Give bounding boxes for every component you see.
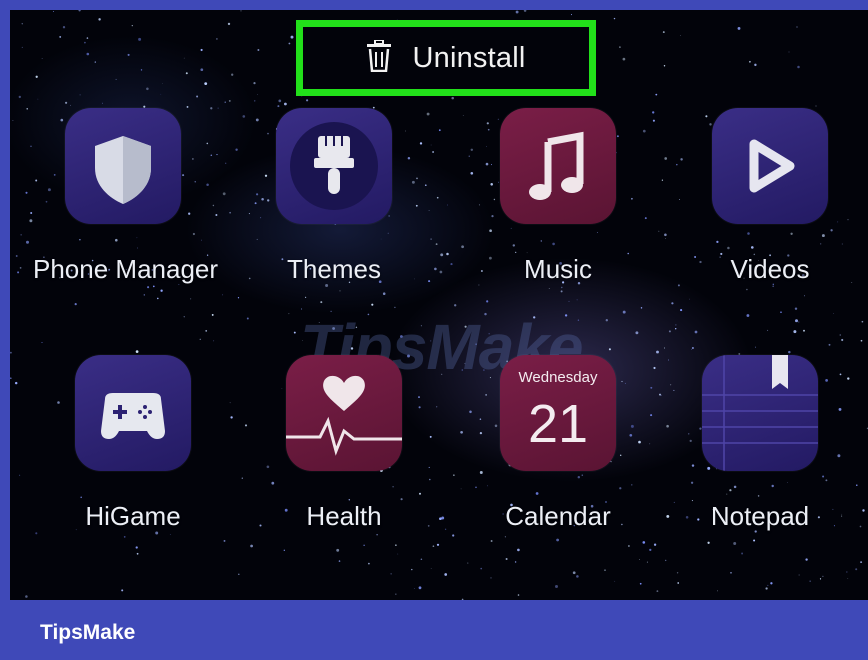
app-label: Calendar — [505, 501, 611, 531]
calendar-day: 21 — [527, 394, 589, 454]
app-themes[interactable]: Themes — [244, 108, 424, 285]
trash-icon — [366, 38, 392, 77]
app-label: Videos — [730, 254, 810, 284]
gamepad-icon — [75, 355, 191, 471]
shield-icon — [65, 108, 181, 224]
home-screen: TipsMake Uninstall Phone Manager Themes … — [10, 10, 868, 600]
brand-logo: TipsMake — [40, 621, 136, 644]
calendar-weekday: Wednesday — [518, 369, 598, 386]
app-label: Themes — [287, 254, 381, 284]
app-label: Phone Manager — [33, 254, 219, 284]
uninstall-label: Uninstall — [412, 41, 526, 74]
app-music[interactable]: Music — [468, 108, 648, 285]
app-notepad[interactable]: Notepad — [670, 355, 850, 532]
app-phone-manager[interactable]: Phone Manager — [33, 108, 219, 285]
app-higame[interactable]: HiGame — [43, 355, 223, 532]
heart-pulse-icon — [286, 355, 402, 471]
music-note-icon — [500, 108, 616, 224]
app-health[interactable]: Health — [254, 355, 434, 532]
app-label: HiGame — [85, 501, 181, 531]
play-icon — [712, 108, 828, 224]
uninstall-drop-target[interactable]: Uninstall — [296, 20, 596, 96]
app-label: Health — [306, 501, 382, 531]
notepad-icon — [702, 355, 818, 471]
calendar-icon: Wednesday 21 — [500, 355, 616, 471]
app-label: Music — [524, 254, 592, 284]
app-calendar[interactable]: Wednesday 21 Calendar — [468, 355, 648, 532]
app-videos[interactable]: Videos — [680, 108, 860, 285]
app-label: Notepad — [710, 501, 810, 531]
paintbrush-icon — [276, 108, 392, 224]
